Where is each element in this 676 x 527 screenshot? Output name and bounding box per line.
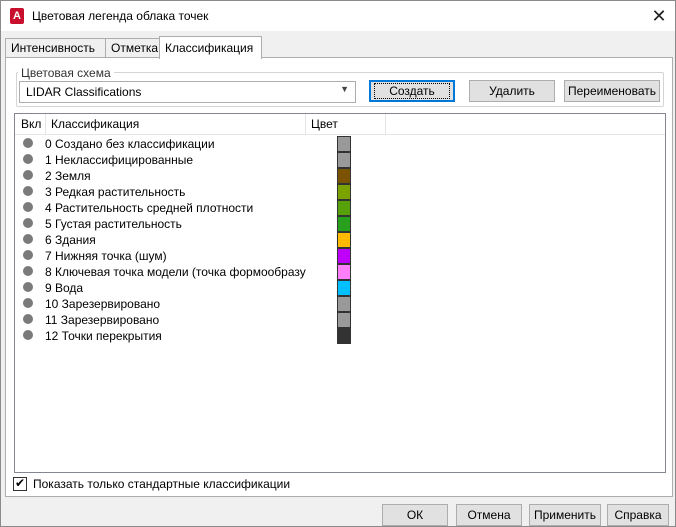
create-button-label: Создать [374, 83, 450, 99]
table-row[interactable]: 6 Здания [15, 232, 665, 248]
enabled-toggle-icon[interactable] [23, 170, 33, 180]
enabled-toggle-icon[interactable] [23, 138, 33, 148]
classification-label: 2 Земля [45, 169, 91, 183]
classification-label: 4 Растительность средней плотности [45, 201, 254, 215]
header-color[interactable]: Цвет [311, 117, 338, 131]
classification-label: 8 Ключевая точка модели (точка формообра… [45, 265, 306, 279]
enabled-toggle-icon[interactable] [23, 282, 33, 292]
enabled-toggle-icon[interactable] [23, 250, 33, 260]
enabled-toggle-icon[interactable] [23, 234, 33, 244]
table-row[interactable]: 5 Густая растительность [15, 216, 665, 232]
table-row[interactable]: 0 Создано без классификации [15, 136, 665, 152]
color-scheme-select[interactable]: LIDAR Classifications ▼ [19, 81, 356, 103]
table-row[interactable]: 7 Нижняя точка (шум) [15, 248, 665, 264]
point-cloud-legend-dialog: A Цветовая легенда облака точек ✕ Интенс… [0, 0, 676, 527]
standard-only-checkbox[interactable]: ✔ [13, 476, 27, 491]
color-swatch[interactable] [337, 232, 351, 248]
color-swatch[interactable] [337, 200, 351, 216]
color-scheme-value: LIDAR Classifications [26, 85, 142, 99]
cancel-button-label: Отмена [467, 508, 511, 522]
table-row[interactable]: 11 Зарезервировано [15, 312, 665, 328]
color-swatch[interactable] [337, 136, 351, 152]
table-row[interactable]: 1 Неклассифицированные [15, 152, 665, 168]
rename-button[interactable]: Переименовать [564, 80, 660, 102]
classification-label: 11 Зарезервировано [45, 313, 160, 327]
table-row[interactable]: 8 Ключевая точка модели (точка формообра… [15, 264, 665, 280]
color-swatch[interactable] [337, 296, 351, 312]
table-row[interactable]: 12 Точки перекрытия [15, 328, 665, 344]
checkmark-icon: ✔ [15, 476, 26, 490]
color-swatch[interactable] [337, 248, 351, 264]
classification-label: 5 Густая растительность [45, 217, 182, 231]
table-row[interactable]: 4 Растительность средней плотности [15, 200, 665, 216]
create-button[interactable]: Создать [369, 80, 455, 102]
ok-button[interactable]: ОК [382, 504, 448, 526]
cancel-button[interactable]: Отмена [456, 504, 522, 526]
table-row[interactable]: 2 Земля [15, 168, 665, 184]
ok-button-label: ОК [406, 508, 424, 522]
classification-label: 6 Здания [45, 233, 96, 247]
delete-button[interactable]: Удалить [469, 80, 555, 102]
tab-classification[interactable]: Классификация [159, 36, 262, 59]
title-bar: A Цветовая легенда облака точек ✕ [1, 1, 675, 31]
enabled-toggle-icon[interactable] [23, 218, 33, 228]
color-swatch[interactable] [337, 216, 351, 232]
classification-label: 10 Зарезервировано [45, 297, 161, 311]
enabled-toggle-icon[interactable] [23, 266, 33, 276]
list-header: Вкл Классификация Цвет [15, 114, 665, 135]
table-row[interactable]: 3 Редкая растительность [15, 184, 665, 200]
tab-elevation[interactable]: Отметка [105, 38, 162, 58]
delete-button-label: Удалить [489, 84, 535, 98]
rename-button-label: Переименовать [568, 84, 656, 98]
chevron-down-icon: ▼ [340, 84, 349, 94]
enabled-toggle-icon[interactable] [23, 154, 33, 164]
color-scheme-legend: Цветовая схема [18, 66, 114, 80]
standard-only-label[interactable]: Показать только стандартные классификаци… [33, 477, 290, 491]
color-swatch[interactable] [337, 184, 351, 200]
classification-label: 9 Вода [45, 281, 84, 295]
close-icon[interactable]: ✕ [647, 5, 671, 27]
column-divider[interactable] [385, 114, 386, 134]
color-swatch[interactable] [337, 328, 351, 344]
apply-button-label: Применить [533, 508, 596, 522]
column-divider[interactable] [45, 114, 46, 134]
enabled-toggle-icon[interactable] [23, 186, 33, 196]
tab-intensity[interactable]: Интенсивность [5, 38, 106, 58]
color-swatch[interactable] [337, 264, 351, 280]
enabled-toggle-icon[interactable] [23, 298, 33, 308]
help-button[interactable]: Справка [607, 504, 669, 526]
help-button-label: Справка [614, 508, 662, 522]
header-enabled[interactable]: Вкл [21, 117, 41, 131]
table-row[interactable]: 9 Вода [15, 280, 665, 296]
color-swatch[interactable] [337, 168, 351, 184]
autocad-app-icon: A [10, 8, 24, 24]
classification-list[interactable]: Вкл Классификация Цвет 0 Создано без кла… [14, 113, 666, 473]
color-swatch[interactable] [337, 280, 351, 296]
classification-label: 3 Редкая растительность [45, 185, 186, 199]
header-classification[interactable]: Классификация [51, 117, 139, 131]
table-row[interactable]: 10 Зарезервировано [15, 296, 665, 312]
classification-label: 12 Точки перекрытия [45, 329, 162, 343]
enabled-toggle-icon[interactable] [23, 330, 33, 340]
color-swatch[interactable] [337, 152, 351, 168]
enabled-toggle-icon[interactable] [23, 202, 33, 212]
enabled-toggle-icon[interactable] [23, 314, 33, 324]
classification-label: 1 Неклассифицированные [45, 153, 194, 167]
classification-tab-panel: Цветовая схема LIDAR Classifications ▼ С… [5, 57, 673, 497]
column-divider[interactable] [305, 114, 306, 134]
classification-label: 7 Нижняя точка (шум) [45, 249, 167, 263]
window-title: Цветовая легенда облака точек [32, 9, 209, 23]
color-swatch[interactable] [337, 312, 351, 328]
classification-label: 0 Создано без классификации [45, 137, 215, 151]
apply-button[interactable]: Применить [529, 504, 601, 526]
